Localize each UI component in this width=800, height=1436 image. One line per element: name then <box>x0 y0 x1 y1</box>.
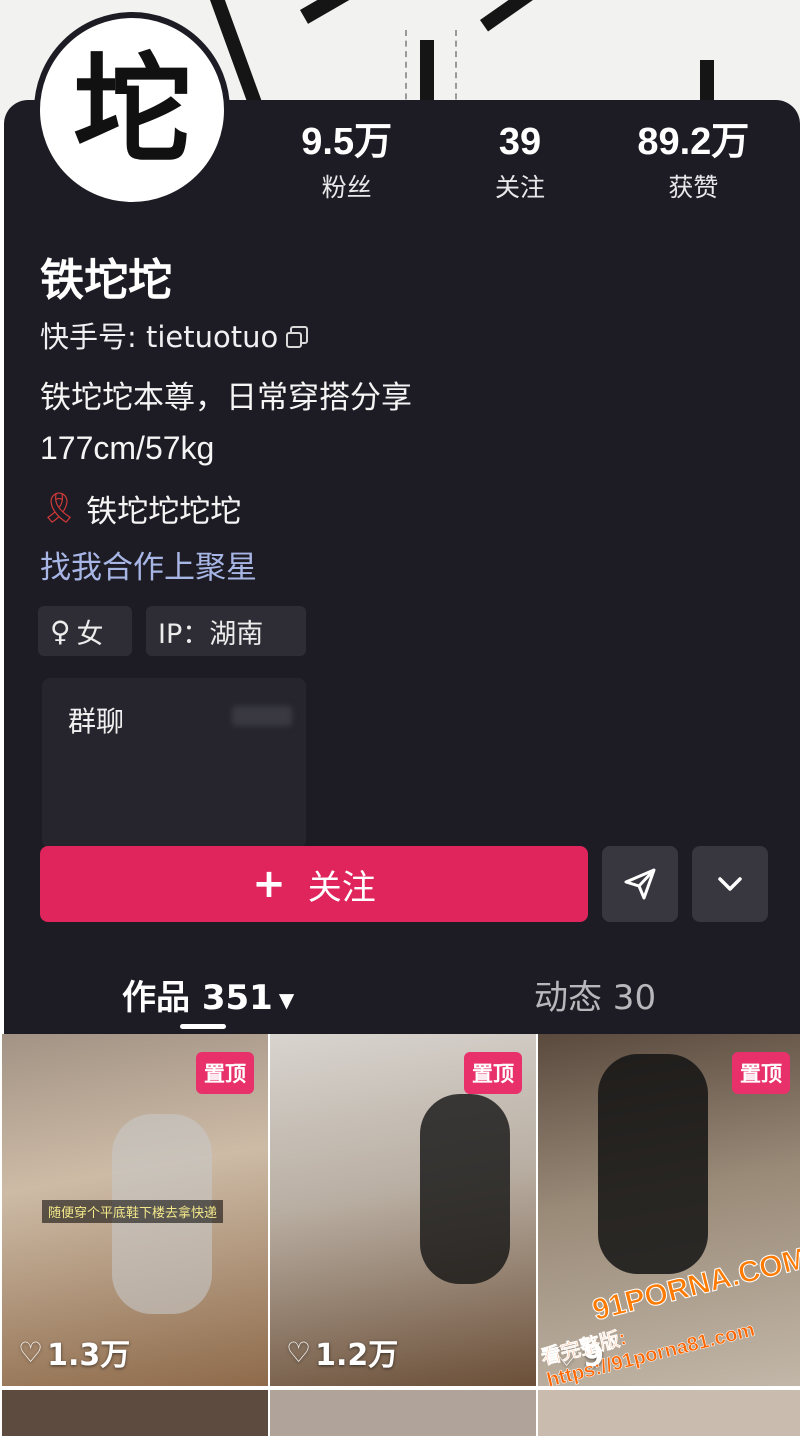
follow-button[interactable]: + 关注 <box>40 846 588 922</box>
work-thumbnail-figure <box>598 1054 708 1274</box>
stat-likes-label: 获赞 <box>668 173 719 202</box>
ribbon-icon: 🎗 <box>40 491 79 526</box>
work-tile[interactable] <box>538 1390 800 1436</box>
caret-down-icon: ▼ <box>278 987 295 1012</box>
work-tile[interactable]: 置顶 ♡ 1.2万 <box>270 1034 536 1386</box>
plus-icon: + <box>252 861 286 907</box>
avatar[interactable]: 坨 <box>34 12 230 208</box>
more-button[interactable] <box>692 846 768 922</box>
tab-works-label: 作品 351 <box>122 978 273 1018</box>
gender-tag: ♀ 女 <box>38 606 132 656</box>
stat-following-value: 39 <box>498 121 542 163</box>
stat-fans-value: 9.5万 <box>301 121 393 163</box>
gender-label: 女 <box>76 618 104 650</box>
female-icon: ♀ <box>50 614 71 648</box>
work-likes: ♡ 1.3万 <box>18 1330 130 1374</box>
tab-works[interactable]: 作品 351 ▼ <box>122 970 294 1019</box>
content-tabs: 作品 351 ▼ 动态 30 <box>0 962 800 1032</box>
work-likes: ♡ 1.2万 <box>286 1330 398 1374</box>
follow-label: 关注 <box>307 867 376 908</box>
work-tile[interactable] <box>270 1390 536 1436</box>
stat-following[interactable]: 39 关注 <box>433 120 606 204</box>
tab-indicator <box>180 1024 226 1029</box>
profile-name: 铁坨坨 <box>40 255 172 306</box>
bio-line-1: 铁坨坨本尊，日常穿搭分享 <box>40 380 412 416</box>
share-button[interactable] <box>602 846 678 922</box>
work-tile[interactable] <box>2 1390 268 1436</box>
kuaishou-id-row: 快手号: tietuotuo <box>40 314 309 356</box>
stat-fans[interactable]: 9.5万 粉丝 <box>260 120 433 204</box>
works-grid: 随便穿个平底鞋下楼去拿快递 置顶 ♡ 1.3万 置顶 ♡ 1.2万 置顶 ♡ 9 <box>0 1034 800 1436</box>
stat-following-label: 关注 <box>494 173 545 202</box>
pinned-badge: 置顶 <box>464 1052 522 1094</box>
group-chat-title: 群聊 <box>68 705 125 738</box>
stat-likes[interactable]: 89.2万 获赞 <box>607 120 780 204</box>
tab-posts[interactable]: 动态 30 <box>534 970 656 1019</box>
bio-line-2: 177cm/57kg <box>40 430 215 466</box>
work-likes-count: 1.2万 <box>315 1338 399 1373</box>
copy-icon[interactable] <box>286 326 309 348</box>
pinned-badge: 置顶 <box>732 1052 790 1094</box>
work-tile[interactable]: 随便穿个平底鞋下楼去拿快递 置顶 ♡ 1.3万 <box>2 1034 268 1386</box>
group-chat-blurred <box>232 706 292 726</box>
stats-bar: 9.5万 粉丝 39 关注 89.2万 获赞 <box>260 120 780 204</box>
work-caption: 随便穿个平底鞋下楼去拿快递 <box>42 1200 224 1223</box>
work-thumbnail-figure <box>420 1094 510 1284</box>
bio-line-3-text: 铁坨坨坨坨 <box>86 494 242 530</box>
heart-icon: ♡ <box>18 1335 44 1369</box>
stat-fans-label: 粉丝 <box>321 173 372 202</box>
work-likes-count: 1.3万 <box>47 1338 131 1373</box>
group-chat-card[interactable]: 群聊 <box>42 678 306 848</box>
pinned-badge: 置顶 <box>196 1052 254 1094</box>
chevron-down-icon <box>718 877 742 891</box>
heart-icon: ♡ <box>286 1335 312 1369</box>
kuaishou-id: 快手号: tietuotuo <box>40 320 279 354</box>
ip-tag: IP：湖南 <box>146 606 306 656</box>
bio-line-3: 🎗 铁坨坨坨坨 <box>40 486 241 531</box>
avatar-char: 坨 <box>72 40 191 179</box>
stat-likes-value: 89.2万 <box>637 121 750 163</box>
send-icon <box>624 868 656 900</box>
collab-link[interactable]: 找我合作上聚星 <box>40 542 257 587</box>
